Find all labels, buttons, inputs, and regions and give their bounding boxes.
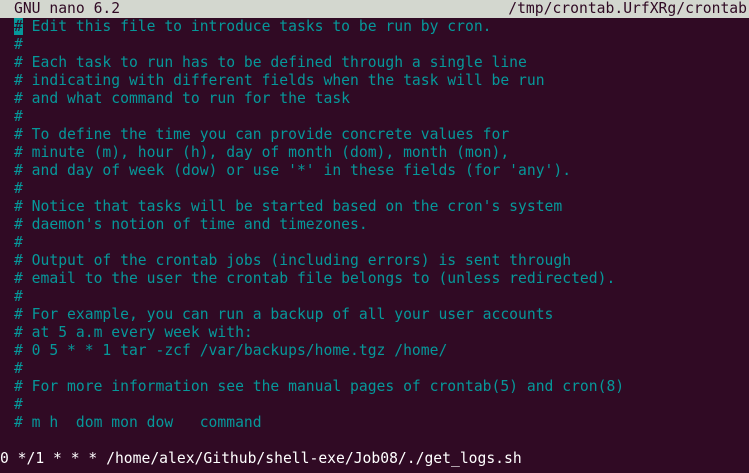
editor-line: # Each task to run has to be defined thr… xyxy=(14,54,527,71)
editor-line: # and what command to run for the task xyxy=(14,90,351,107)
editor-line: # email to the user the crontab file bel… xyxy=(14,270,616,287)
editor-line: # at 5 a.m every week with: xyxy=(14,324,253,341)
line-text: Edit this file to introduce tasks to be … xyxy=(22,18,492,35)
editor-line: # daemon's notion of time and timezones. xyxy=(14,216,368,233)
editor-line: # For example, you can run a backup of a… xyxy=(14,306,554,323)
editor-line: # Edit this file to introduce tasks to b… xyxy=(14,18,749,36)
editor-line: # xyxy=(14,360,23,377)
editor-line: # xyxy=(14,396,23,413)
editor-line: # indicating with different fields when … xyxy=(14,72,545,89)
text-cursor: # xyxy=(14,18,23,35)
editor-line: # xyxy=(14,180,23,197)
editor-text-area[interactable]: # Edit this file to introduce tasks to b… xyxy=(14,18,749,432)
editor-line: # For more information see the manual pa… xyxy=(14,378,625,395)
editor-line: # 0 5 * * 1 tar -zcf /var/backups/home.t… xyxy=(14,342,448,359)
editor-line: # Output of the crontab jobs (including … xyxy=(14,252,572,269)
file-path: /tmp/crontab.UrfXRg/crontab xyxy=(508,0,747,17)
editor-line: # xyxy=(14,234,23,251)
cron-job-line[interactable]: 0 */1 * * * /home/alex/Github/shell-exe/… xyxy=(0,450,522,468)
editor-version: GNU nano 6.2 xyxy=(14,0,121,17)
editor-line: # To define the time you can provide con… xyxy=(14,126,510,143)
editor-line: # xyxy=(14,288,23,305)
editor-line: # xyxy=(14,36,23,53)
terminal-window[interactable]: GNU nano 6.2 /tmp/crontab.UrfXRg/crontab… xyxy=(0,0,749,473)
editor-line: # Notice that tasks will be started base… xyxy=(14,198,563,215)
editor-line: # and day of week (dow) or use '*' in th… xyxy=(14,162,572,179)
editor-line: # xyxy=(14,108,23,125)
nano-title-bar: GNU nano 6.2 /tmp/crontab.UrfXRg/crontab xyxy=(0,0,749,18)
editor-line: # minute (m), hour (h), day of month (do… xyxy=(14,144,510,161)
editor-line: # m h dom mon dow command xyxy=(14,414,262,431)
